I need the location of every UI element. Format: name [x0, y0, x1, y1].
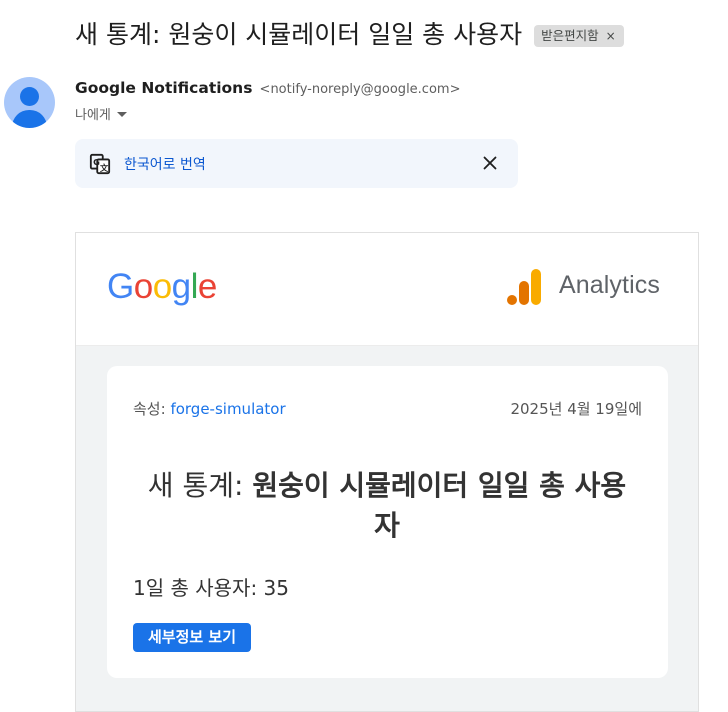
logo-letter: g: [171, 267, 191, 306]
recipient-details-toggle[interactable]: 나에게: [75, 104, 127, 123]
svg-text:文: 文: [100, 163, 109, 173]
translate-to-korean-link[interactable]: 한국어로 번역: [124, 154, 206, 174]
analytics-logo-icon: [507, 269, 541, 305]
translate-banner: G 文 한국어로 번역: [75, 139, 518, 188]
logo-letter: o: [152, 267, 172, 306]
avatar-body-shape: [12, 110, 47, 128]
sender-name[interactable]: Google Notifications: [75, 79, 252, 97]
svg-text:G: G: [93, 157, 100, 167]
email-body: Google Analytics 속성: forge-simulator 202…: [75, 232, 699, 712]
logo-letter: e: [197, 267, 217, 306]
analytics-wordmark: Analytics: [559, 271, 660, 299]
google-logo: Google: [107, 266, 217, 308]
logo-letter: o: [133, 267, 153, 306]
inbox-label-text: 받은편지함: [541, 28, 599, 43]
stat-card: 속성: forge-simulator 2025년 4월 19일에 새 통계: …: [107, 366, 668, 678]
sender-line: Google Notifications <notify-noreply@goo…: [75, 78, 460, 97]
property-link[interactable]: forge-simulator: [170, 400, 285, 418]
close-icon[interactable]: [479, 152, 501, 174]
email-header-banner: Google Analytics: [76, 233, 698, 346]
avatar-head-shape: [20, 87, 39, 106]
metric-value: 1일 총 사용자: 35: [133, 576, 289, 600]
logo-letter: G: [107, 267, 134, 306]
remove-label-button[interactable]: ×: [606, 25, 616, 47]
chevron-down-icon[interactable]: [116, 112, 127, 117]
headline-title: 원숭이 시뮬레이터 일일 총 사용자: [252, 469, 627, 542]
subject-row: 새 통계: 원숭이 시뮬레이터 일일 총 사용자 받은편지함 ×: [75, 14, 624, 56]
report-date: 2025년 4월 19일에: [510, 400, 642, 418]
recipient-text: 나에게: [75, 108, 111, 123]
translate-icon: G 文: [89, 153, 111, 175]
headline-prefix: 새 통계:: [147, 469, 253, 502]
email-subject: 새 통계: 원숭이 시뮬레이터 일일 총 사용자: [75, 20, 523, 49]
sender-email: <notify-noreply@google.com>: [259, 82, 461, 97]
stat-headline: 새 통계: 원숭이 시뮬레이터 일일 총 사용자: [137, 466, 637, 546]
property-label: 속성:: [133, 400, 171, 418]
inbox-label-chip[interactable]: 받은편지함 ×: [534, 25, 624, 47]
property-row: 속성: forge-simulator: [133, 398, 286, 419]
view-details-button[interactable]: 세부정보 보기: [133, 623, 252, 652]
sender-avatar[interactable]: [4, 77, 55, 128]
logo-letter: l: [190, 267, 199, 306]
